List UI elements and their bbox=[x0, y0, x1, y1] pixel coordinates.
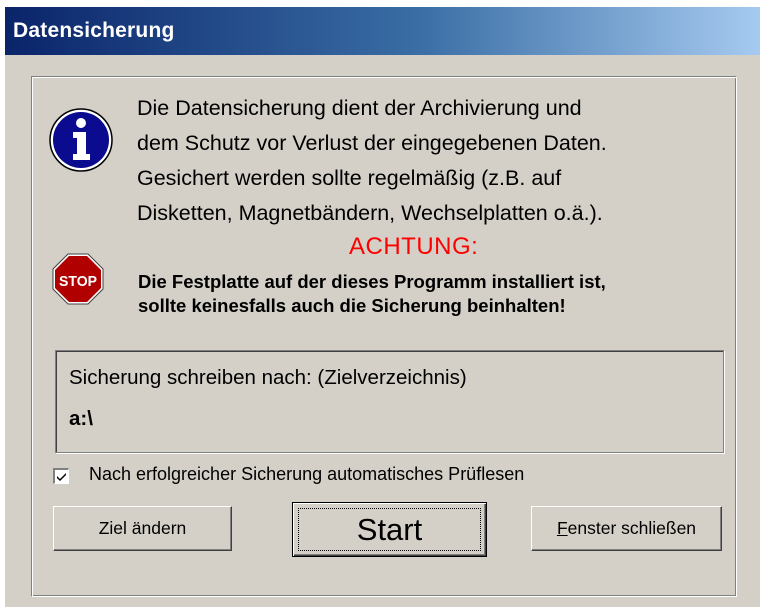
info-line: Disketten, Magnetbändern, Wechselplatten… bbox=[137, 201, 603, 225]
warning-line: sollte keinesfalls auch die Sicherung be… bbox=[138, 295, 566, 316]
info-line: Gesichert werden sollte regelmäßig (z.B.… bbox=[137, 166, 562, 190]
warning-text: Die Festplatte auf der dieses Programm i… bbox=[138, 270, 748, 318]
close-window-button[interactable]: Fenster schließen bbox=[531, 506, 722, 551]
info-line: dem Schutz vor Verlust der eingegebenen … bbox=[137, 131, 607, 155]
window-title: Datensicherung bbox=[13, 19, 175, 42]
title-bar[interactable]: Datensicherung bbox=[5, 7, 760, 55]
stop-icon-text: STOP bbox=[59, 273, 97, 290]
close-button-label: Fenster schließen bbox=[557, 518, 696, 539]
target-directory-value: a:\ bbox=[69, 407, 93, 430]
close-button-mnemonic: F bbox=[556, 518, 568, 538]
warning-title: ACHTUNG: bbox=[349, 233, 479, 260]
focus-rectangle bbox=[298, 508, 481, 551]
warning-line: Die Festplatte auf der dieses Programm i… bbox=[138, 271, 606, 292]
info-line: Die Datensicherung dient der Archivierun… bbox=[137, 96, 582, 120]
verify-checkbox-label[interactable]: Nach erfolgreicher Sicherung automatisch… bbox=[89, 464, 524, 485]
target-directory-label: Sicherung schreiben nach: (Zielverzeichn… bbox=[69, 366, 467, 389]
checkmark-icon bbox=[57, 473, 66, 481]
info-text: Die Datensicherung dient der Archivierun… bbox=[137, 91, 737, 231]
start-button[interactable]: Start bbox=[292, 502, 487, 557]
change-target-button[interactable]: Ziel ändern bbox=[53, 506, 232, 551]
info-icon bbox=[49, 108, 113, 172]
close-button-label-rest: enster schließen bbox=[567, 518, 697, 538]
stop-icon: STOP bbox=[52, 253, 104, 305]
verify-checkbox[interactable] bbox=[53, 468, 69, 484]
change-target-button-label: Ziel ändern bbox=[98, 518, 187, 538]
